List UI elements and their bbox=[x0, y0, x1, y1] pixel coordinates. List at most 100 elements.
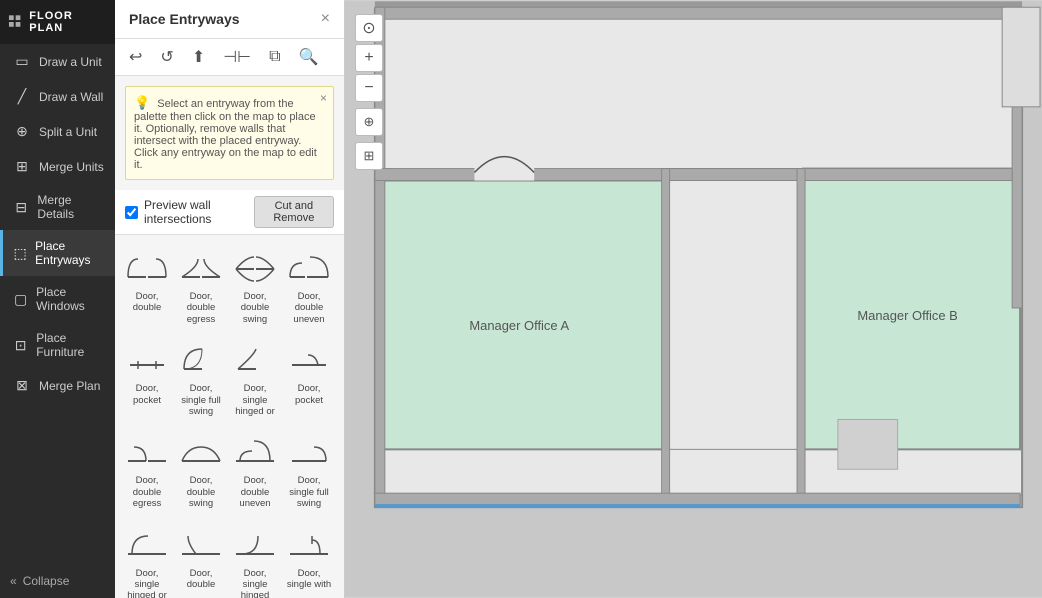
toolbar-split-btn[interactable]: ⊣⊢ bbox=[219, 45, 255, 69]
panel: Place Entryways × ↩ ↺ ⬆ ⊣⊢ ⧉ 🔍 💡 Select … bbox=[115, 0, 345, 598]
entry-door-double-egress[interactable]: Door, double egress bbox=[175, 241, 227, 329]
preview-label: Preview wall intersections bbox=[144, 198, 248, 226]
entry-label: Door, pocket bbox=[285, 383, 333, 406]
sidebar-collapse[interactable]: « Collapse bbox=[0, 564, 115, 598]
sidebar-header: FLOOR PLAN bbox=[0, 0, 115, 44]
sidebar-item-label: Place Furniture bbox=[36, 331, 105, 359]
door-single-full-swing-icon bbox=[179, 337, 223, 381]
zoom-in-button[interactable]: + bbox=[355, 44, 383, 72]
door-single-hinged-2-icon bbox=[233, 522, 277, 566]
sidebar-item-label: Draw a Unit bbox=[39, 55, 102, 69]
draw-unit-icon: ▭ bbox=[13, 53, 31, 70]
zoom-controls: ⊙ + − ⊕ ⊞ bbox=[355, 14, 383, 170]
sidebar-item-merge-plan[interactable]: ⊠ Merge Plan bbox=[0, 368, 115, 403]
entry-door-single-with[interactable]: Door, single with bbox=[283, 518, 335, 598]
compass-button[interactable]: ⊕ bbox=[355, 108, 383, 136]
entry-label: Door, single hinged or bbox=[123, 568, 171, 598]
cut-remove-button[interactable]: Cut and Remove bbox=[254, 196, 334, 228]
toolbar-copy-btn[interactable]: ⧉ bbox=[265, 46, 284, 68]
entry-label: Door, double swing bbox=[231, 291, 279, 325]
sidebar-item-label: Split a Unit bbox=[39, 125, 97, 139]
entry-door-single-hinged-or[interactable]: Door, single hinged or bbox=[229, 333, 281, 421]
entry-label: Door, single hinged or bbox=[231, 383, 279, 417]
sidebar-item-split-unit[interactable]: ⊕ Split a Unit bbox=[0, 114, 115, 149]
door-double-egress-2-icon bbox=[125, 429, 169, 473]
draw-wall-icon: ╱ bbox=[13, 88, 31, 105]
layers-button[interactable]: ⊞ bbox=[355, 142, 383, 170]
sidebar-item-place-entryways[interactable]: ⬚ Place Entryways bbox=[0, 230, 115, 276]
sidebar-item-place-furniture[interactable]: ⊡ Place Furniture bbox=[0, 322, 115, 368]
collapse-label: Collapse bbox=[23, 574, 70, 588]
entry-label: Door, double egress bbox=[177, 291, 225, 325]
sidebar-item-draw-wall[interactable]: ╱ Draw a Wall bbox=[0, 79, 115, 114]
app-title: FLOOR PLAN bbox=[29, 10, 107, 34]
entry-door-pocket-2[interactable]: Door, pocket bbox=[283, 333, 335, 421]
entry-door-single-hinged-or-2[interactable]: Door, single hinged or bbox=[121, 518, 173, 598]
door-double-3-icon bbox=[179, 522, 223, 566]
entry-door-double-swing-2[interactable]: Door, double swing bbox=[175, 425, 227, 513]
entry-door-double-uneven[interactable]: Door, double uneven bbox=[283, 241, 335, 329]
entry-door-double-swing[interactable]: Door, double swing bbox=[229, 241, 281, 329]
info-box: 💡 Select an entryway from the palette th… bbox=[125, 86, 334, 180]
zoom-out-button[interactable]: − bbox=[355, 74, 383, 102]
entry-row-1: Door, double Door, double egress bbox=[121, 241, 338, 329]
sidebar-item-label: Merge Plan bbox=[39, 379, 100, 393]
floor-plan-svg: Manager Office A Manager Office B bbox=[345, 0, 1042, 598]
panel-title: Place Entryways bbox=[129, 11, 240, 27]
entry-label: Door, pocket bbox=[123, 383, 171, 406]
panel-header: Place Entryways × bbox=[115, 0, 344, 39]
door-single-hinged-or-2-icon bbox=[125, 522, 169, 566]
zoom-out-icon: − bbox=[364, 79, 373, 97]
place-windows-icon: ▢ bbox=[13, 291, 28, 308]
preview-checkbox[interactable] bbox=[125, 206, 138, 219]
door-single-with-icon bbox=[287, 522, 331, 566]
grid-icon bbox=[8, 14, 23, 30]
toolbar-upload-btn[interactable]: ⬆ bbox=[188, 45, 209, 69]
door-pocket-icon bbox=[125, 337, 169, 381]
entry-label: Door, single with bbox=[285, 568, 333, 591]
sidebar-item-label: Draw a Wall bbox=[39, 90, 103, 104]
entryway-grid: Door, double Door, double egress bbox=[115, 235, 344, 598]
door-double-icon bbox=[125, 245, 169, 289]
door-single-full-swing-2-icon bbox=[287, 429, 331, 473]
info-close-button[interactable]: × bbox=[320, 91, 327, 105]
panel-close-button[interactable]: × bbox=[321, 10, 330, 28]
sidebar-item-label: Merge Details bbox=[37, 193, 105, 221]
merge-units-icon: ⊞ bbox=[13, 158, 31, 175]
entry-label: Door, single hinged bbox=[231, 568, 279, 598]
panel-toolbar: ↩ ↺ ⬆ ⊣⊢ ⧉ 🔍 bbox=[115, 39, 344, 76]
location-button[interactable]: ⊙ bbox=[355, 14, 383, 42]
entry-door-double-egress-2[interactable]: Door, double egress bbox=[121, 425, 173, 513]
toolbar-search-btn[interactable]: 🔍 bbox=[295, 45, 323, 69]
place-entryways-icon: ⬚ bbox=[13, 245, 27, 262]
entry-label: Door, single full swing bbox=[285, 475, 333, 509]
entry-label: Door, double uneven bbox=[231, 475, 279, 509]
sidebar-item-label: Place Entryways bbox=[35, 239, 105, 267]
entry-door-single-full-swing[interactable]: Door, single full swing bbox=[175, 333, 227, 421]
entry-door-double-uneven-2[interactable]: Door, double uneven bbox=[229, 425, 281, 513]
entry-door-double-3[interactable]: Door, double bbox=[175, 518, 227, 598]
entry-row-2: Door, pocket Door, single full swing bbox=[121, 333, 338, 421]
toolbar-back-btn[interactable]: ↩ bbox=[125, 45, 146, 69]
sidebar-item-place-windows[interactable]: ▢ Place Windows bbox=[0, 276, 115, 322]
entry-row-4: Door, single hinged or Door, double bbox=[121, 518, 338, 598]
entry-label: Door, double uneven bbox=[285, 291, 333, 325]
entry-door-double[interactable]: Door, double bbox=[121, 241, 173, 329]
entry-door-single-hinged-2[interactable]: Door, single hinged bbox=[229, 518, 281, 598]
door-pocket-2-icon bbox=[287, 337, 331, 381]
sidebar-item-merge-details[interactable]: ⊟ Merge Details bbox=[0, 184, 115, 230]
entry-door-single-full-swing-2[interactable]: Door, single full swing bbox=[283, 425, 335, 513]
door-double-uneven-icon bbox=[287, 245, 331, 289]
entry-door-pocket[interactable]: Door, pocket bbox=[121, 333, 173, 421]
door-double-uneven-2-icon bbox=[233, 429, 277, 473]
entry-label: Door, single full swing bbox=[177, 383, 225, 417]
sidebar: FLOOR PLAN ▭ Draw a Unit ╱ Draw a Wall ⊕… bbox=[0, 0, 115, 598]
sidebar-item-merge-units[interactable]: ⊞ Merge Units bbox=[0, 149, 115, 184]
entry-label: Door, double swing bbox=[177, 475, 225, 509]
sidebar-item-draw-unit[interactable]: ▭ Draw a Unit bbox=[0, 44, 115, 79]
entry-label: Door, double bbox=[177, 568, 225, 591]
toolbar-undo-btn[interactable]: ↺ bbox=[156, 45, 177, 69]
entry-label: Door, double bbox=[123, 291, 171, 314]
room-label-b: Manager Office B bbox=[857, 308, 957, 323]
collapse-icon: « bbox=[10, 574, 17, 588]
